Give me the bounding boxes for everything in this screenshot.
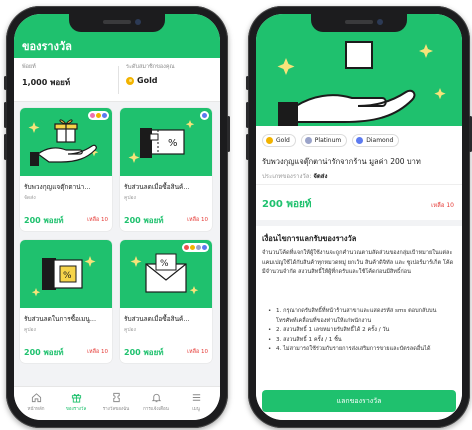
gift-icon xyxy=(56,391,96,403)
section-gap xyxy=(256,220,462,226)
tier-value: Gold xyxy=(137,76,158,85)
reward-price: 200 พอยท์ xyxy=(24,216,64,225)
svg-text:%: % xyxy=(63,271,72,281)
conditions-title: เงื่อนไขการแลกรับของรางวัล xyxy=(262,234,357,243)
bottom-tab-bar: หน้าหลัก ของรางวัล รางวัลของฉัน การแจ้งเ… xyxy=(14,386,220,420)
phone-volume-down xyxy=(246,134,249,160)
reward-category: จัดส่ง xyxy=(24,195,36,201)
redeem-button[interactable]: แลกของรางวัล xyxy=(262,390,456,412)
tier-chip-label: Platinum xyxy=(314,137,342,144)
phone-notch xyxy=(69,14,165,32)
percent-coupon-illustration: % xyxy=(20,240,112,308)
phone-power-button xyxy=(227,116,230,152)
mockup-stage: ของรางวัล พ้อยท์ 1,000 พอยท์ ระดับสมาชิก… xyxy=(0,0,472,430)
reward-name: รับส่วนลดเมื่อซื้อสินค้... xyxy=(124,183,190,191)
coupon-hand-illustration: % xyxy=(120,108,212,176)
tab-label: หน้าหลัก xyxy=(27,407,45,412)
gold-medal-icon xyxy=(266,137,273,144)
reward-card[interactable]: % รับส่วนลดเมื่อซื้อสินค้... คูปอง 200 พ… xyxy=(120,240,212,363)
reward-category: คูปอง xyxy=(124,195,136,201)
reward-detail-body: Gold Platinum Diamond รับพวงกุญแจตุ๊กตาน… xyxy=(256,126,462,420)
tab-label: การแจ้งเตือน xyxy=(143,407,169,412)
tab-label: ของรางวัล xyxy=(65,407,87,412)
menu-icon xyxy=(176,391,216,403)
svg-text:%: % xyxy=(168,138,178,149)
reward-remaining: เหลือ 10 xyxy=(187,349,208,355)
tier-badge xyxy=(200,111,209,120)
tier-chip-gold: Gold xyxy=(262,134,296,147)
reward-remaining: เหลือ 10 xyxy=(87,349,108,355)
tab-label: รางวัลของฉัน xyxy=(102,407,130,412)
rewards-list-screen: ของรางวัล พ้อยท์ 1,000 พอยท์ ระดับสมาชิก… xyxy=(14,14,220,420)
phone-volume-up xyxy=(4,102,7,128)
bell-icon xyxy=(136,391,176,403)
page-title: ของรางวัล xyxy=(22,40,72,53)
phone-mute-switch xyxy=(246,76,249,90)
svg-text:%: % xyxy=(160,259,169,269)
points-divider xyxy=(118,66,119,94)
reward-price: 200 พอยท์ xyxy=(24,348,64,357)
phone-frame-list: ของรางวัล พ้อยท์ 1,000 พอยท์ ระดับสมาชิก… xyxy=(4,6,230,428)
tab-rewards[interactable]: ของรางวัล xyxy=(56,391,96,412)
phone-volume-up xyxy=(246,102,249,128)
points-balance: พ้อยท์ 1,000 พอยท์ xyxy=(22,63,70,89)
category-value: จัดส่ง xyxy=(313,173,328,180)
tab-home[interactable]: หน้าหลัก xyxy=(16,391,56,412)
member-tier: ระดับสมาชิกของคุณ Gold xyxy=(126,63,175,85)
reward-name: รับส่วนลดเมื่อซื้อสินค้... xyxy=(124,315,190,323)
reward-remaining: เหลือ 10 xyxy=(187,217,208,223)
points-summary: พ้อยท์ 1,000 พอยท์ ระดับสมาชิกของคุณ Gol… xyxy=(14,58,220,102)
phone-volume-down xyxy=(4,134,7,160)
tab-notifications[interactable]: การแจ้งเตือน xyxy=(136,391,176,412)
reward-category-row: ประเภทของรางวัล: จัดส่ง xyxy=(262,171,327,181)
tier-label: ระดับสมาชิกของคุณ xyxy=(126,64,175,70)
tier-chip-label: Gold xyxy=(276,137,290,144)
tab-menu[interactable]: เมนู xyxy=(176,391,216,412)
category-label: ประเภทของรางวัล: xyxy=(262,173,312,180)
reward-card[interactable]: รับพวงกุญแจตุ๊กตาน่า... จัดส่ง 200 พอยท์… xyxy=(20,108,112,231)
reward-remaining: เหลือ 10 xyxy=(431,202,454,209)
divider xyxy=(256,184,462,185)
ticket-icon xyxy=(96,391,136,403)
reward-card[interactable]: % รับส่วนลดในการซื้อเมนู... คูปอง 200 พอ… xyxy=(20,240,112,363)
conditions-text: จำนวนโค้ดที่แจกให้ผู้ใช้งานจะถูกคำนวณตาม… xyxy=(262,250,454,276)
tab-my-rewards[interactable]: รางวัลของฉัน xyxy=(96,391,136,412)
reward-detail-screen: Gold Platinum Diamond รับพวงกุญแจตุ๊กตาน… xyxy=(256,14,462,420)
diamond-medal-icon xyxy=(356,137,364,144)
reward-remaining: เหลือ 10 xyxy=(87,217,108,223)
reward-price: 200 พอยท์ xyxy=(262,199,312,210)
tier-badge xyxy=(182,243,209,252)
tier-chip-label: Diamond xyxy=(366,137,394,144)
list-item: 1. กรุณากดรับสิทธิ์ที่หน้าร้านสาขาและแสด… xyxy=(268,307,454,326)
reward-category: คูปอง xyxy=(124,327,136,333)
reward-title: รับพวงกุญแจตุ๊กตาน่ารักจากร้าน มูลค่า 20… xyxy=(262,157,421,166)
reward-price: 200 พอยท์ xyxy=(124,216,164,225)
conditions-list: 1. กรุณากดรับสิทธิ์ที่หน้าร้านสาขาและแสด… xyxy=(268,307,454,355)
reward-name: รับพวงกุญแจตุ๊กตาน่า... xyxy=(24,183,91,191)
list-item: 2. สงวนสิทธิ์ 1 เลขหมายรับสิทธิ์ได้ 2 คร… xyxy=(268,326,454,336)
reward-card[interactable]: % รับส่วนลดเมื่อซื้อสินค้... คูปอง 200 พ… xyxy=(120,108,212,231)
phone-notch xyxy=(311,14,407,32)
reward-category: คูปอง xyxy=(24,327,36,333)
points-value: 1,000 พอยท์ xyxy=(22,78,71,87)
phone-frame-detail: Gold Platinum Diamond รับพวงกุญแจตุ๊กตาน… xyxy=(246,6,472,428)
list-item: 3. สงวนสิทธิ์ 1 ครั้ง / 1 ชิ้น xyxy=(268,336,454,346)
tier-chip-platinum: Platinum xyxy=(300,134,348,147)
tier-chip-diamond: Diamond xyxy=(352,134,400,147)
reward-name: รับส่วนลดในการซื้อเมนู... xyxy=(24,315,97,323)
platinum-medal-icon xyxy=(304,137,312,144)
home-icon xyxy=(16,391,56,403)
eligible-tiers: Gold Platinum Diamond xyxy=(262,134,400,147)
tier-badge xyxy=(88,111,109,120)
list-item: 4. ไม่สามารถใช้ร่วมกับรายการส่งเสริมการข… xyxy=(268,345,454,355)
gold-medal-icon xyxy=(126,76,134,85)
points-label: พ้อยท์ xyxy=(22,64,36,70)
phone-mute-switch xyxy=(4,76,7,90)
tab-label: เมนู xyxy=(192,407,200,412)
reward-price: 200 พอยท์ xyxy=(124,348,164,357)
tier-value-row: Gold xyxy=(126,76,175,85)
